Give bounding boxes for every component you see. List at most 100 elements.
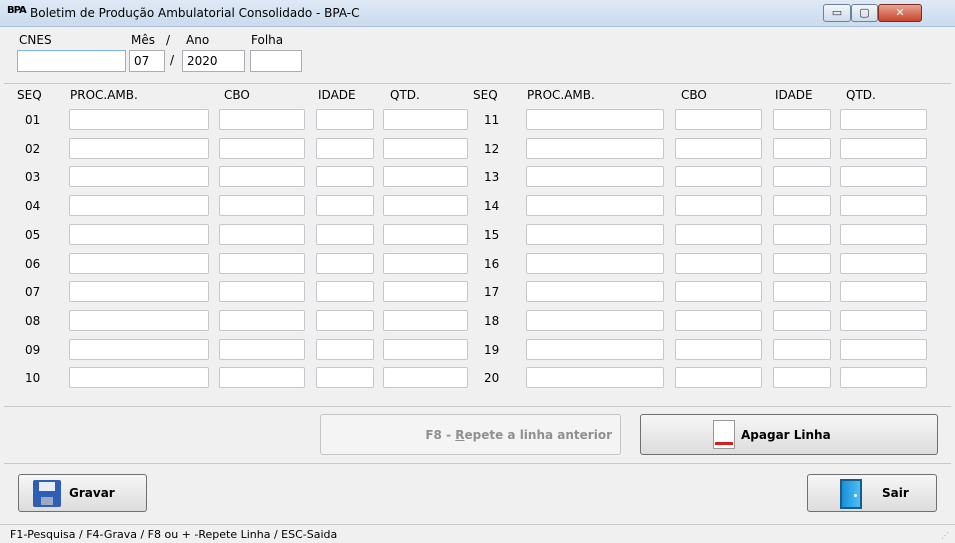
col-header-seq-right: SEQ [473,88,498,102]
proc-input[interactable] [69,195,209,216]
proc-input[interactable] [69,281,209,302]
proc-input[interactable] [69,367,209,388]
qtd-input[interactable] [840,339,927,360]
save-label: Gravar [69,486,115,500]
mes-input[interactable]: 07 [129,50,165,72]
idade-input[interactable] [773,224,831,245]
idade-input[interactable] [773,109,831,130]
idade-input[interactable] [316,310,374,331]
cbo-input[interactable] [219,367,305,388]
idade-input[interactable] [316,109,374,130]
cbo-input[interactable] [219,166,305,187]
idade-input[interactable] [316,367,374,388]
idade-input[interactable] [773,310,831,331]
maximize-button[interactable]: ▢ [851,4,878,22]
cbo-input[interactable] [675,367,762,388]
cbo-input[interactable] [675,310,762,331]
proc-input[interactable] [526,253,664,274]
minimize-icon: ▭ [831,6,843,19]
idade-input[interactable] [316,281,374,302]
idade-input[interactable] [773,367,831,388]
qtd-input[interactable] [840,166,927,187]
ano-input[interactable]: 2020 [182,50,245,72]
cbo-input[interactable] [219,138,305,159]
idade-input[interactable] [773,138,831,159]
cbo-input[interactable] [675,253,762,274]
qtd-input[interactable] [383,310,468,331]
idade-input[interactable] [316,195,374,216]
proc-input[interactable] [69,253,209,274]
repeat-previous-line-button[interactable]: F8 - Repete a linha anterior [320,414,621,455]
proc-input[interactable] [526,339,664,360]
cbo-input[interactable] [219,224,305,245]
qtd-input[interactable] [840,310,927,331]
repeat-button-hotkey: R [455,428,465,442]
proc-input[interactable] [526,367,664,388]
exit-label: Sair [882,486,909,500]
cbo-input[interactable] [675,109,762,130]
cbo-input[interactable] [219,281,305,302]
idade-input[interactable] [316,166,374,187]
proc-input[interactable] [526,195,664,216]
seq-label: 14 [484,199,500,213]
proc-input[interactable] [526,109,664,130]
qtd-input[interactable] [383,367,468,388]
idade-input[interactable] [773,166,831,187]
cbo-input[interactable] [675,339,762,360]
idade-input[interactable] [773,281,831,302]
qtd-input[interactable] [840,109,927,130]
qtd-input[interactable] [383,138,468,159]
minimize-button[interactable]: ▭ [823,4,851,22]
idade-input[interactable] [316,253,374,274]
idade-input[interactable] [773,339,831,360]
title-bar[interactable]: BPA Boletim de Produção Ambulatorial Con… [0,0,955,27]
qtd-input[interactable] [383,281,468,302]
proc-input[interactable] [69,109,209,130]
qtd-input[interactable] [840,253,927,274]
cbo-input[interactable] [219,109,305,130]
cbo-input[interactable] [219,195,305,216]
proc-input[interactable] [526,166,664,187]
cbo-input[interactable] [675,138,762,159]
qtd-input[interactable] [383,224,468,245]
close-button[interactable]: ✕ [878,4,922,22]
idade-input[interactable] [773,253,831,274]
proc-input[interactable] [69,339,209,360]
idade-input[interactable] [773,195,831,216]
divider [4,463,951,464]
qtd-input[interactable] [840,367,927,388]
proc-input[interactable] [526,310,664,331]
delete-line-button[interactable]: Apagar Linha [640,414,938,455]
proc-input[interactable] [69,138,209,159]
proc-input[interactable] [69,166,209,187]
proc-input[interactable] [526,138,664,159]
cbo-input[interactable] [219,253,305,274]
idade-input[interactable] [316,224,374,245]
cbo-input[interactable] [219,310,305,331]
qtd-input[interactable] [383,166,468,187]
qtd-input[interactable] [840,195,927,216]
qtd-input[interactable] [840,224,927,245]
cnes-input[interactable] [17,50,126,72]
qtd-input[interactable] [840,281,927,302]
cbo-input[interactable] [675,195,762,216]
proc-input[interactable] [526,224,664,245]
folha-input[interactable] [250,50,302,72]
save-button[interactable]: Gravar [18,474,147,512]
cbo-input[interactable] [675,224,762,245]
proc-input[interactable] [69,224,209,245]
proc-input[interactable] [526,281,664,302]
qtd-input[interactable] [840,138,927,159]
qtd-input[interactable] [383,253,468,274]
qtd-input[interactable] [383,109,468,130]
cbo-input[interactable] [675,166,762,187]
idade-input[interactable] [316,339,374,360]
proc-input[interactable] [69,310,209,331]
resize-grip-icon[interactable]: ⋰ [941,531,951,541]
exit-button[interactable]: Sair [807,474,937,512]
cbo-input[interactable] [675,281,762,302]
qtd-input[interactable] [383,339,468,360]
idade-input[interactable] [316,138,374,159]
qtd-input[interactable] [383,195,468,216]
cbo-input[interactable] [219,339,305,360]
